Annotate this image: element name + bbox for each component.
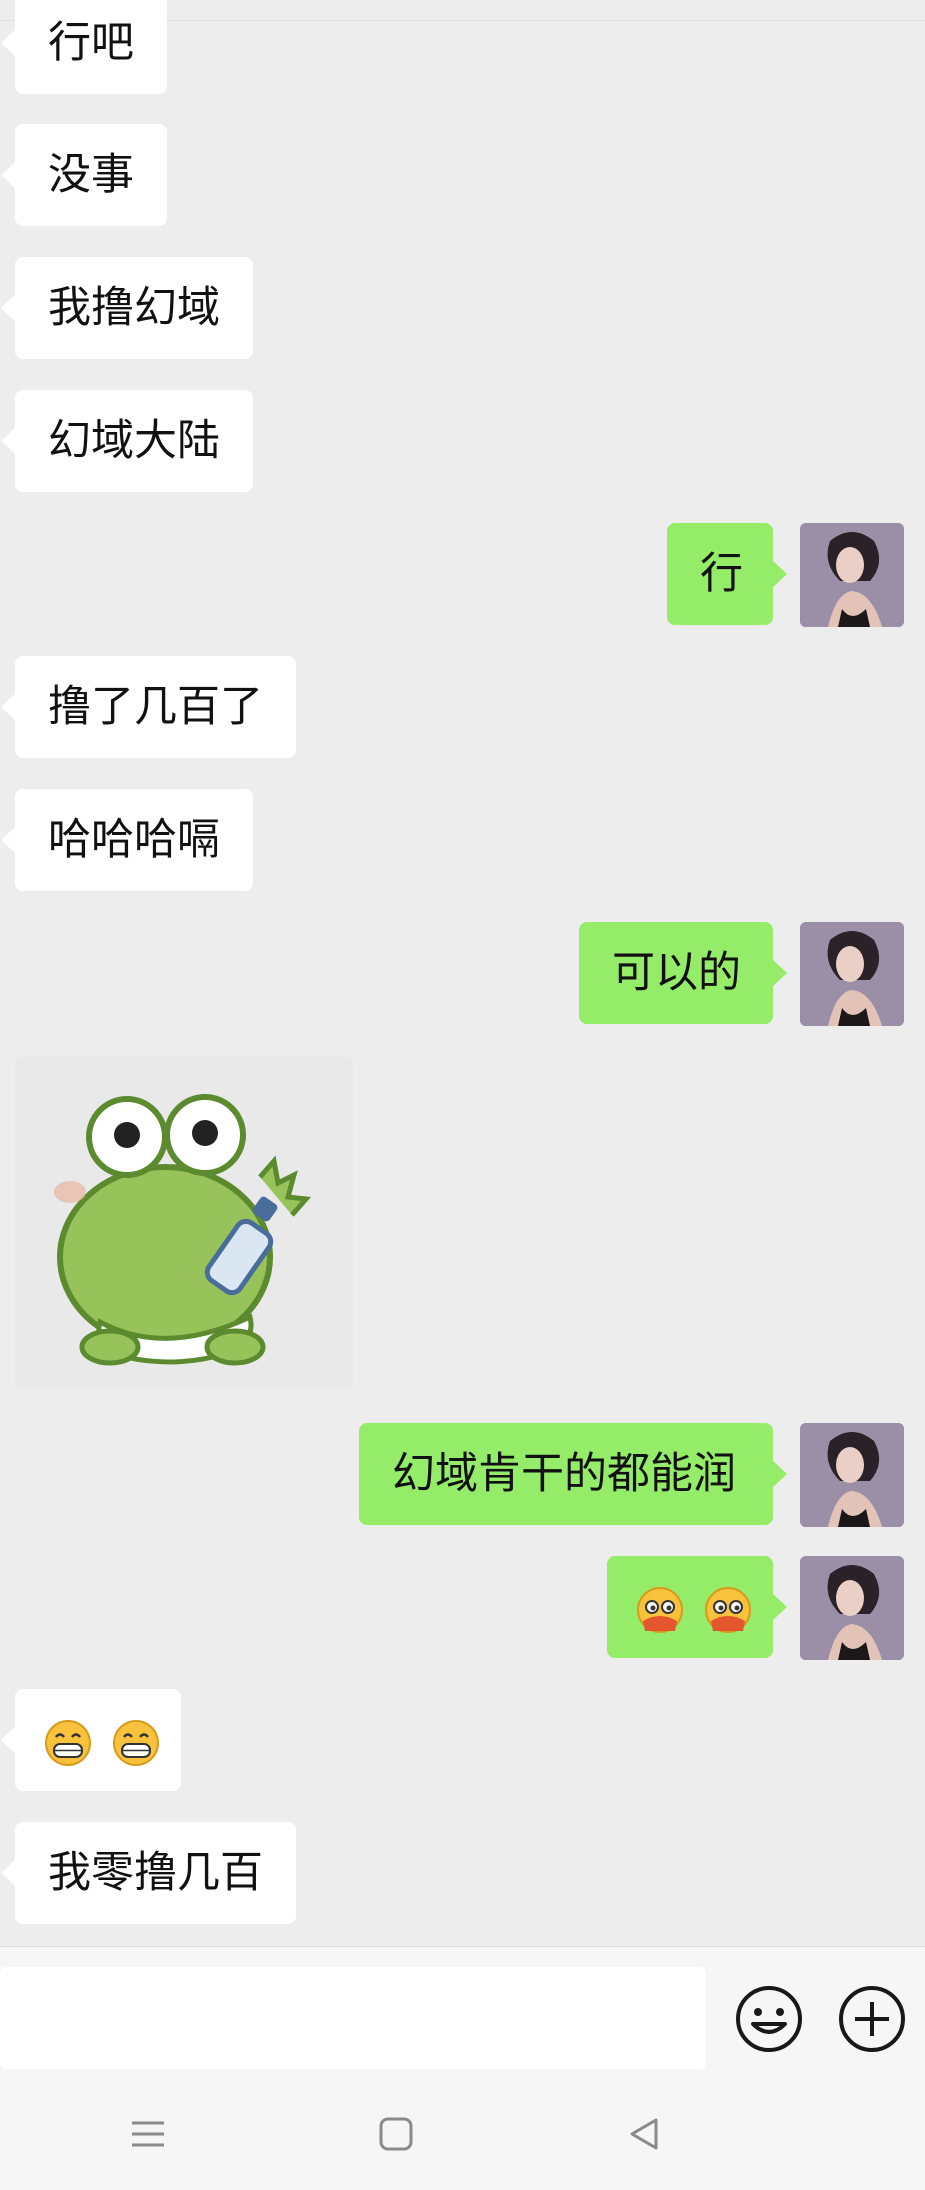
frog-sticker-icon [54, 1094, 312, 1366]
plus-circle-icon[interactable] [837, 1984, 907, 2054]
smiley-icon[interactable] [734, 1984, 804, 2054]
menu-icon[interactable] [128, 2114, 168, 2154]
avatar[interactable] [800, 1556, 904, 1660]
avatar[interactable] [800, 922, 904, 1026]
avatar-photo-icon [800, 523, 904, 627]
message-text: 行 [700, 549, 743, 599]
avatar[interactable] [800, 1423, 904, 1527]
avatar-photo-icon [800, 1423, 904, 1527]
outgoing-message[interactable]: 幻域肯干的都能润 [359, 1423, 787, 1525]
frog-sticker[interactable] [15, 1057, 353, 1389]
message-text: 幻域大陆 [48, 416, 220, 466]
peeking-emoji-icon [704, 1586, 751, 1633]
message-text: 哈哈哈嗝 [48, 815, 220, 865]
incoming-message[interactable]: 哈哈哈嗝 [1, 789, 253, 891]
square-home-icon[interactable] [376, 2114, 416, 2154]
message-text: 我撸幻域 [48, 283, 220, 333]
message-text: 我零撸几百 [48, 1848, 263, 1898]
message-text: 没事 [48, 150, 134, 200]
incoming-message[interactable]: 我零撸几百 [1, 1822, 296, 1924]
message-input[interactable] [0, 1967, 706, 2069]
outgoing-message[interactable] [607, 1556, 787, 1658]
incoming-message[interactable]: 撸了几百了 [1, 656, 296, 758]
grin-emoji-icon [45, 1719, 91, 1766]
peeking-emoji-icon [637, 1586, 683, 1633]
incoming-message[interactable] [1, 1689, 181, 1791]
system-nav-bar [0, 2072, 925, 2190]
incoming-message[interactable]: 幻域大陆 [1, 390, 253, 492]
outgoing-message[interactable]: 行 [667, 523, 787, 625]
message-text: 撸了几百了 [48, 682, 263, 732]
grin-emoji-icon [112, 1719, 159, 1766]
message-text: 幻域肯干的都能润 [392, 1449, 736, 1499]
incoming-message[interactable]: 行吧 [1, 0, 167, 94]
message-text: 可以的 [612, 948, 741, 998]
triangle-back-icon[interactable] [624, 2114, 664, 2154]
incoming-message[interactable]: 我撸幻域 [1, 257, 253, 359]
message-text: 行吧 [48, 18, 134, 68]
avatar-photo-icon [800, 1556, 904, 1660]
incoming-message[interactable]: 没事 [1, 124, 167, 226]
input-bar [0, 1946, 925, 2073]
avatar[interactable] [800, 523, 904, 627]
avatar-photo-icon [800, 922, 904, 1026]
outgoing-message[interactable]: 可以的 [579, 922, 787, 1024]
